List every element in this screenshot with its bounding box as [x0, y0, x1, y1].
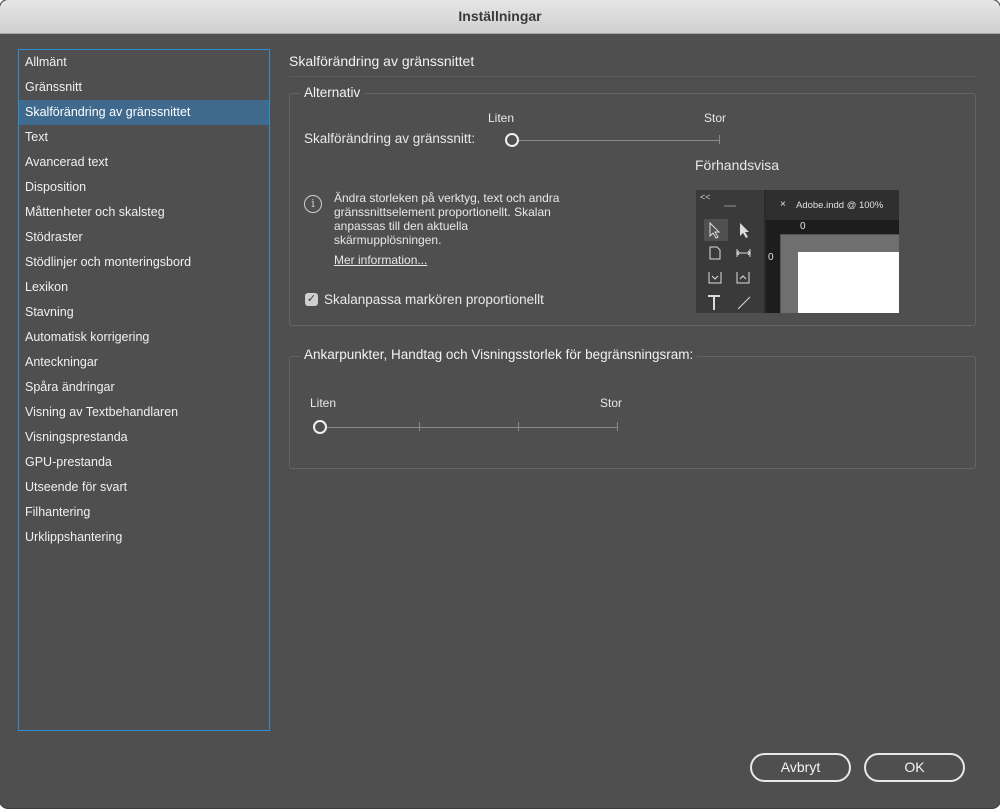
window-title: Inställningar: [0, 0, 1000, 34]
sidebar-item[interactable]: GPU-prestanda: [19, 450, 269, 475]
scale-max-label: Stor: [704, 111, 727, 125]
doc-tab: Adobe.indd @ 100%: [796, 200, 884, 211]
doc-close-icon: ×: [780, 199, 786, 210]
sidebar-item[interactable]: Automatisk korrigering: [19, 325, 269, 350]
ruler-zero-h: 0: [800, 221, 806, 232]
sidebar-item[interactable]: Utseende för svart: [19, 475, 269, 500]
anchor-slider-tick: [617, 422, 618, 431]
preferences-dialog: Inställningar Allmänt Gränssnitt Skalförän…: [0, 0, 1000, 808]
sidebar-item[interactable]: Stavning: [19, 300, 269, 325]
sidebar-item[interactable]: Avancerad text: [19, 150, 269, 175]
ok-button[interactable]: OK: [864, 753, 965, 782]
anchor-slider-track[interactable]: [320, 427, 618, 428]
anchor-min-label: Liten: [310, 396, 337, 410]
sidebar-item[interactable]: Stödlinjer och monteringsbord: [19, 250, 269, 275]
type-tool-icon: [708, 295, 720, 310]
scale-slider-knob[interactable]: [505, 133, 519, 147]
page-tool-icon: [709, 246, 721, 260]
page: [798, 252, 899, 313]
preview-label: Förhandsvisa: [695, 157, 780, 173]
sidebar-item[interactable]: Text: [19, 125, 269, 150]
page-title: Skalförändring av gränssnittet: [289, 53, 475, 69]
sidebar-item[interactable]: Visning av Textbehandlaren: [19, 400, 269, 425]
sidebar-item[interactable]: Lexikon: [19, 275, 269, 300]
sidebar-item[interactable]: Filhantering: [19, 500, 269, 525]
title-divider: [289, 76, 976, 77]
scale-cursor-checkbox[interactable]: ✓: [305, 293, 318, 306]
sidebar-item[interactable]: Allmänt: [19, 50, 269, 75]
scale-slider-track[interactable]: [512, 140, 720, 141]
sidebar-item[interactable]: Stödraster: [19, 225, 269, 250]
sidebar-item[interactable]: Disposition: [19, 175, 269, 200]
preview-image: << × Adobe.indd @ 100% 0 0: [696, 190, 899, 313]
anchor-max-label: Stor: [600, 396, 623, 410]
anchor-slider-tick: [518, 422, 519, 431]
line-tool-icon: [737, 296, 751, 310]
scale-slider-tick: [719, 135, 720, 144]
content-collector-icon: [708, 272, 722, 284]
info-text-line: Ändra storleken på verktyg, text och and…: [334, 191, 560, 205]
gap-tool-icon: [736, 249, 751, 257]
sidebar-item[interactable]: Spåra ändringar: [19, 375, 269, 400]
category-list[interactable]: Allmänt Gränssnitt Skalförändring av gräns…: [18, 49, 270, 731]
scale-min-label: Liten: [488, 111, 515, 125]
tool-icons: [708, 221, 751, 310]
more-info-link[interactable]: Mer information...: [334, 253, 427, 267]
anchor-slider-knob[interactable]: [313, 420, 327, 434]
info-text-line: anpassas till den aktuella: [334, 219, 469, 233]
sidebar-item[interactable]: Anteckningar: [19, 350, 269, 375]
cancel-button[interactable]: Avbryt: [750, 753, 851, 782]
options-group-legend: Alternativ: [300, 85, 365, 100]
scale-slider-label: Skalförändring av gränssnitt:: [304, 131, 476, 146]
scale-cursor-label: Skalanpassa markören proportionellt: [324, 292, 544, 307]
anchor-slider-tick: [419, 422, 420, 431]
sidebar-item[interactable]: Visningsprestanda: [19, 425, 269, 450]
anchor-group: [289, 356, 976, 469]
direct-selection-tool-icon: [740, 223, 749, 238]
info-icon: i: [304, 195, 322, 213]
info-text-line: gränssnittselement proportionellt. Skala…: [334, 205, 551, 219]
sidebar-item[interactable]: Måttenheter och skalsteg: [19, 200, 269, 225]
info-text-line: skärmupplösningen.: [334, 233, 442, 247]
sidebar-item[interactable]: Urklippshantering: [19, 525, 269, 550]
vertical-ruler: [766, 234, 781, 313]
sidebar-item[interactable]: Gränssnitt: [19, 75, 269, 100]
ruler-zero-v: 0: [768, 252, 774, 263]
horizontal-ruler: [766, 220, 899, 235]
sidebar-item[interactable]: Skalförändring av gränssnittet: [19, 100, 269, 125]
anchor-group-legend: Ankarpunkter, Handtag och Visningsstorle…: [300, 347, 698, 362]
content-placer-icon: [736, 272, 750, 284]
selection-tool-icon: [709, 221, 721, 239]
